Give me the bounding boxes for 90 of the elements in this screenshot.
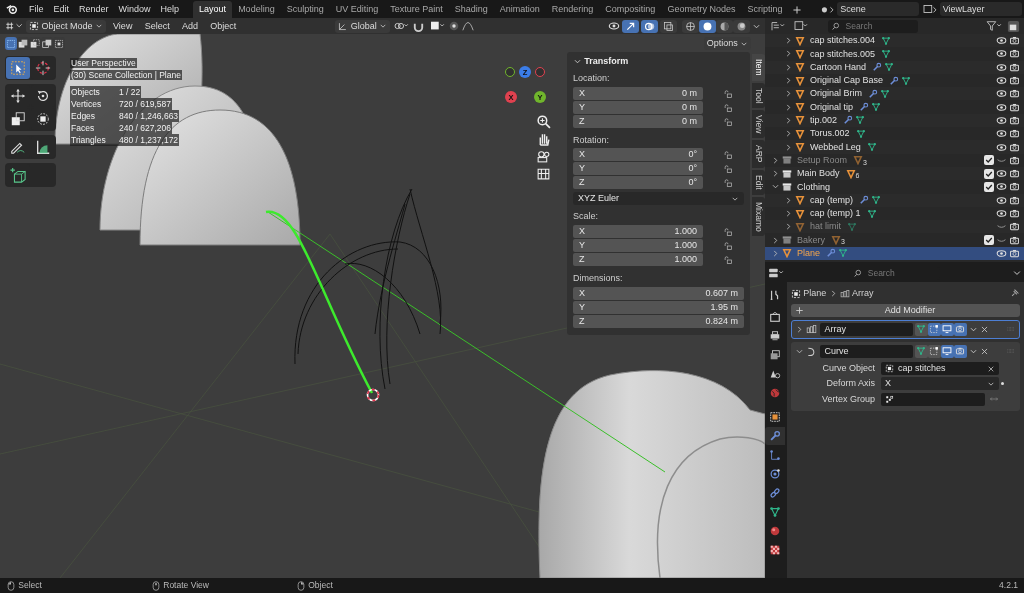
sidebar-tab[interactable]: ARP [752,140,765,168]
status-hint: Rotate View [163,580,209,591]
field-label: Curve Object [821,363,876,374]
outliner-row[interactable]: Original Cap Base [765,73,1024,88]
outliner-label: Bakery [797,234,825,246]
viewport-menu[interactable]: Add [176,20,203,32]
status-hint: Object [308,580,333,591]
viewport-menu[interactable]: Select [139,20,175,32]
viewport-menu[interactable]: Object [205,20,242,32]
workspace-tab[interactable]: Rendering [545,1,600,18]
workspace-tab[interactable]: Scripting [741,1,789,18]
add-modifier-button[interactable]: Add Modifier [791,303,1020,317]
outliner-row[interactable]: Original tip [765,100,1024,114]
scene-selector[interactable]: Scene [837,2,920,16]
outliner-label: Setup Room [797,154,848,166]
outliner-row[interactable]: cap stitches.005 [765,47,1024,61]
section-label: Location: [573,72,611,84]
collection-path: (30) Scene Collection | Plane [70,70,182,80]
outliner-label: Cartoon Hand [810,61,867,73]
status-hint: Select [18,580,42,591]
menu-item[interactable]: Help [155,3,185,15]
outliner-label: Main Body [797,168,840,179]
section-label: Rotation: [573,134,611,146]
object-mode-dropdown[interactable]: Object Mode [26,19,106,33]
workspace-tab[interactable]: Geometry Nodes [661,1,742,18]
number-field[interactable]: X 0 m [573,86,703,100]
outliner-row[interactable]: Clothing [765,180,1024,194]
outliner-label: Original Brim [810,88,862,100]
outliner-label: cap (temp) 1 [810,208,861,219]
outliner-label: Original tip [810,101,854,113]
outliner-label: cap stitches.004 [810,35,876,47]
modifier-name-field[interactable]: Curve [819,344,913,358]
number-field[interactable]: Z 1.000 [573,253,703,267]
outliner-label: Webbed Leg [810,141,861,153]
sidebar-tab[interactable]: Item [752,54,765,81]
view-name: User Perspective [70,58,137,68]
workspace-tab[interactable]: Texture Paint [384,1,449,18]
workspace-tab[interactable]: Compositing [599,1,662,18]
number-field[interactable]: X 0° [573,148,703,162]
view-layer-selector[interactable]: ViewLayer [939,2,1022,16]
menu-item[interactable]: File [24,3,49,15]
sidebar-tab[interactable]: Tool [752,82,765,109]
sidebar-tab[interactable]: Edit [752,169,765,195]
workspace-tab[interactable]: Layout [193,1,233,18]
version-label: 4.2.1 [999,580,1018,591]
outliner-label: Plane [797,248,821,259]
sidebar-tab[interactable]: View [752,110,765,139]
number-field[interactable]: X 1.000 [573,225,703,239]
number-field[interactable]: Z 0 m [573,114,703,128]
viewport-menu[interactable]: View [108,20,138,32]
menu-item[interactable]: Edit [48,3,75,15]
outliner-label: Clothing [797,181,831,193]
outliner-label: Original Cap Base [810,75,884,86]
transform-orientation-dropdown[interactable]: Global [335,19,390,33]
outliner-label: hat limit [810,221,841,233]
object-field[interactable]: cap stitches [881,362,999,375]
workspace-tab[interactable]: Modeling [232,1,281,18]
section-label: Scale: [573,211,599,223]
workspace-tab[interactable]: Animation [493,1,546,18]
number-field[interactable]: Y 0° [573,162,703,176]
outliner-row[interactable]: Torus.002 [765,127,1024,141]
rotation-mode-dropdown[interactable]: XYZ Euler [573,192,744,206]
number-field[interactable]: Y 1.95 m [573,301,744,314]
outliner-label: cap (temp) [810,194,853,206]
outliner-label: cap stitches.005 [810,48,876,60]
breadcrumb-item: Array [852,288,874,299]
outliner-label: Torus.002 [810,128,850,140]
panel-title[interactable]: Transform [584,56,629,67]
options-dropdown[interactable]: Options [703,37,751,50]
menu-item[interactable]: Render [74,3,114,15]
modifier-name-field[interactable]: Array [819,322,913,336]
outliner-row[interactable]: cap (temp) 1 [765,206,1024,221]
axis-dropdown[interactable]: X [881,377,999,391]
number-field[interactable]: Y 1.000 [573,239,703,253]
section-label: Dimensions: [573,273,624,284]
field-label: Deform Axis [825,378,876,390]
search-field[interactable]: Search [827,19,918,33]
number-field[interactable]: Z 0.824 m [573,315,744,328]
menu-item[interactable]: Window [113,3,156,15]
workspace-tab[interactable]: Sculpting [280,1,330,18]
field-label: Vertex Group [820,393,876,405]
outliner-row[interactable]: Plane [765,246,1024,261]
workspace-tab[interactable]: UV Editing [329,1,385,18]
workspace-tab[interactable]: Shading [448,1,494,18]
outliner-label: tip.002 [810,115,838,126]
number-field[interactable]: X 0.607 m [573,287,744,300]
sidebar-tab[interactable]: Mixamo [752,196,765,237]
breadcrumb-item: Plane [803,288,827,299]
number-field[interactable]: Z 0° [573,176,703,190]
number-field[interactable]: Y 0 m [573,100,703,114]
